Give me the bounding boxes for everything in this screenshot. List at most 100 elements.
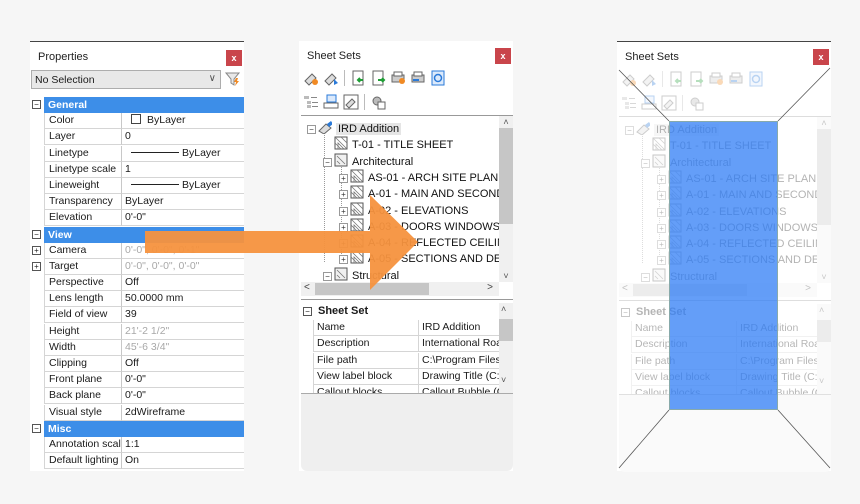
scroll-down-icon[interactable]: ˅: [819, 376, 824, 386]
tree-expander-icon[interactable]: −: [625, 126, 634, 135]
tree-item[interactable]: − Structural: [323, 267, 399, 283]
tree-expander-icon[interactable]: +: [339, 206, 348, 216]
new-sheet-set-icon[interactable]: [302, 69, 320, 87]
settings-icon[interactable]: [687, 94, 705, 112]
properties-vertical-scrollbar[interactable]: ˄ ˅: [817, 304, 831, 394]
tree-expander-icon[interactable]: −: [323, 271, 332, 281]
property-category[interactable]: − View: [30, 226, 244, 243]
property-row[interactable]: Visual style 2dWireframe: [30, 404, 244, 421]
new-sheet-set-icon[interactable]: [620, 70, 638, 88]
scroll-right-icon[interactable]: >: [805, 283, 811, 294]
property-value[interactable]: Callout Bubble (C: [419, 385, 511, 393]
tree-item[interactable]: + A-02 - ELEVATIONS: [339, 202, 468, 218]
property-value[interactable]: 0'-0": [122, 388, 244, 405]
property-value[interactable]: 39: [122, 307, 244, 324]
properties-vertical-scrollbar[interactable]: ˄ ˅: [499, 303, 513, 393]
property-value[interactable]: IRD Addition: [419, 320, 511, 336]
scroll-up-icon[interactable]: ˄: [819, 305, 824, 315]
sheet-sets-close-button[interactable]: x: [813, 49, 829, 65]
sheet-set-property-row[interactable]: NameIRD Addition: [313, 320, 511, 336]
property-value[interactable]: Drawing Title (C:\: [419, 369, 511, 385]
scroll-thumb[interactable]: [817, 320, 831, 342]
tree-expander-icon[interactable]: +: [339, 190, 348, 200]
sheet-set-property-row[interactable]: File path C:\Program Files\: [313, 352, 511, 369]
tree-expander-icon[interactable]: +: [339, 173, 348, 183]
tree-expander-icon[interactable]: −: [641, 158, 650, 168]
collapse-toggle-icon[interactable]: −: [621, 308, 630, 317]
tree-item[interactable]: + A-03 - DOORS WINDOWS A: [339, 218, 510, 234]
property-value[interactable]: ByLayer: [122, 146, 244, 162]
publish-to-device-icon[interactable]: [727, 70, 745, 88]
scroll-thumb[interactable]: [499, 128, 513, 224]
property-value[interactable]: 0'-0", 0'-0", 0'-1": [122, 243, 244, 259]
expand-toggle-icon[interactable]: +: [32, 245, 41, 255]
settings-icon[interactable]: [369, 93, 387, 111]
property-value[interactable]: 2dWireframe: [122, 405, 244, 421]
selection-dropdown[interactable]: No Selection ∨: [31, 70, 221, 89]
tree-item[interactable]: T-01 - TITLE SHEET: [323, 136, 453, 152]
scroll-up-icon[interactable]: ˄: [501, 304, 506, 314]
property-value[interactable]: 21'-2 1/2": [122, 324, 244, 340]
property-value[interactable]: 45'-6 3/4": [122, 340, 244, 356]
property-row[interactable]: Annotation scale 1:1: [30, 436, 244, 453]
open-sheet-set-icon[interactable]: [640, 70, 658, 88]
quick-select-filter-icon[interactable]: [224, 70, 242, 88]
property-row[interactable]: Perspective Off: [30, 275, 244, 292]
property-row[interactable]: Linetype scale 1: [30, 161, 244, 178]
scroll-down-icon[interactable]: ˅: [501, 271, 511, 281]
collapse-toggle-icon[interactable]: −: [32, 100, 41, 109]
export-layout-icon[interactable]: [369, 69, 387, 87]
scroll-thumb[interactable]: [499, 319, 513, 341]
property-row[interactable]: Transparency ByLayer: [30, 194, 244, 211]
property-row[interactable]: Default lighting On: [30, 453, 244, 470]
property-row[interactable]: Elevation 0'-0": [30, 210, 244, 227]
sheet-properties-icon[interactable]: [660, 94, 678, 112]
tree-item[interactable]: + A-01 - MAIN AND SECOND: [339, 185, 504, 201]
collapse-toggle-icon[interactable]: −: [303, 307, 312, 316]
sheet-set-property-row[interactable]: View label blockDrawing Title (C:\: [313, 368, 511, 385]
property-row[interactable]: Color ByLayer: [30, 113, 244, 130]
import-layout-icon[interactable]: [667, 70, 685, 88]
sheet-list-icon[interactable]: [640, 94, 658, 112]
property-row[interactable]: + Camera 0'-0", 0'-0", 0'-1": [30, 242, 244, 259]
collapse-toggle-icon[interactable]: −: [32, 229, 41, 239]
property-row[interactable]: Lens length 50.0000 mm: [30, 291, 244, 308]
publish-to-device-icon[interactable]: [409, 69, 427, 87]
tree-expander-icon[interactable]: +: [339, 222, 348, 232]
tree-expander-icon[interactable]: −: [307, 125, 316, 134]
scroll-right-icon[interactable]: >: [487, 282, 493, 293]
property-value[interactable]: ByLayer: [122, 178, 244, 194]
tree-expander-icon[interactable]: +: [657, 223, 666, 233]
scroll-down-icon[interactable]: ˅: [501, 375, 506, 385]
property-row[interactable]: Clipping Off: [30, 356, 244, 372]
property-row[interactable]: Linetype ByLayer: [30, 145, 244, 162]
property-value[interactable]: Off: [122, 356, 244, 372]
property-row[interactable]: Height 21'-2 1/2": [30, 323, 244, 340]
tree-expander-icon[interactable]: +: [339, 239, 348, 249]
publish-icon[interactable]: [707, 70, 725, 88]
tree-vertical-scrollbar[interactable]: ˄ ˅: [499, 116, 513, 282]
tree-view-icon[interactable]: [620, 94, 638, 112]
collapse-toggle-icon[interactable]: −: [32, 423, 41, 433]
import-layout-icon[interactable]: [349, 69, 367, 87]
sheet-sets-close-button[interactable]: x: [495, 48, 511, 64]
sheet-set-property-row[interactable]: Callout blocks Callout Bubble (C: [313, 385, 504, 393]
property-value[interactable]: 0'-0": [122, 210, 244, 227]
property-value[interactable]: On: [122, 453, 244, 470]
tree-expander-icon[interactable]: +: [657, 256, 666, 266]
tree-horizontal-scrollbar[interactable]: < >: [301, 282, 499, 296]
property-value[interactable]: C:\Program Files\: [419, 353, 511, 369]
property-row[interactable]: Width 45'-6 3/4": [30, 339, 244, 356]
scroll-left-icon[interactable]: <: [304, 282, 310, 293]
sheet-set-property-row[interactable]: Description International Roa: [313, 336, 511, 353]
tree-vertical-scrollbar[interactable]: ˄ ˅: [817, 117, 831, 283]
property-value[interactable]: Off: [122, 275, 244, 292]
property-value[interactable]: 0'-0", 0'-0", 0'-0": [122, 259, 244, 275]
property-row[interactable]: Field of view 39: [30, 307, 244, 324]
tree-item[interactable]: − Architectural: [323, 153, 413, 169]
tree-view-icon[interactable]: [302, 93, 320, 111]
property-category[interactable]: − General: [30, 97, 244, 113]
property-value[interactable]: ByLayer: [122, 113, 244, 130]
property-value[interactable]: ByLayer: [122, 194, 244, 211]
tree-expander-icon[interactable]: +: [657, 191, 666, 201]
